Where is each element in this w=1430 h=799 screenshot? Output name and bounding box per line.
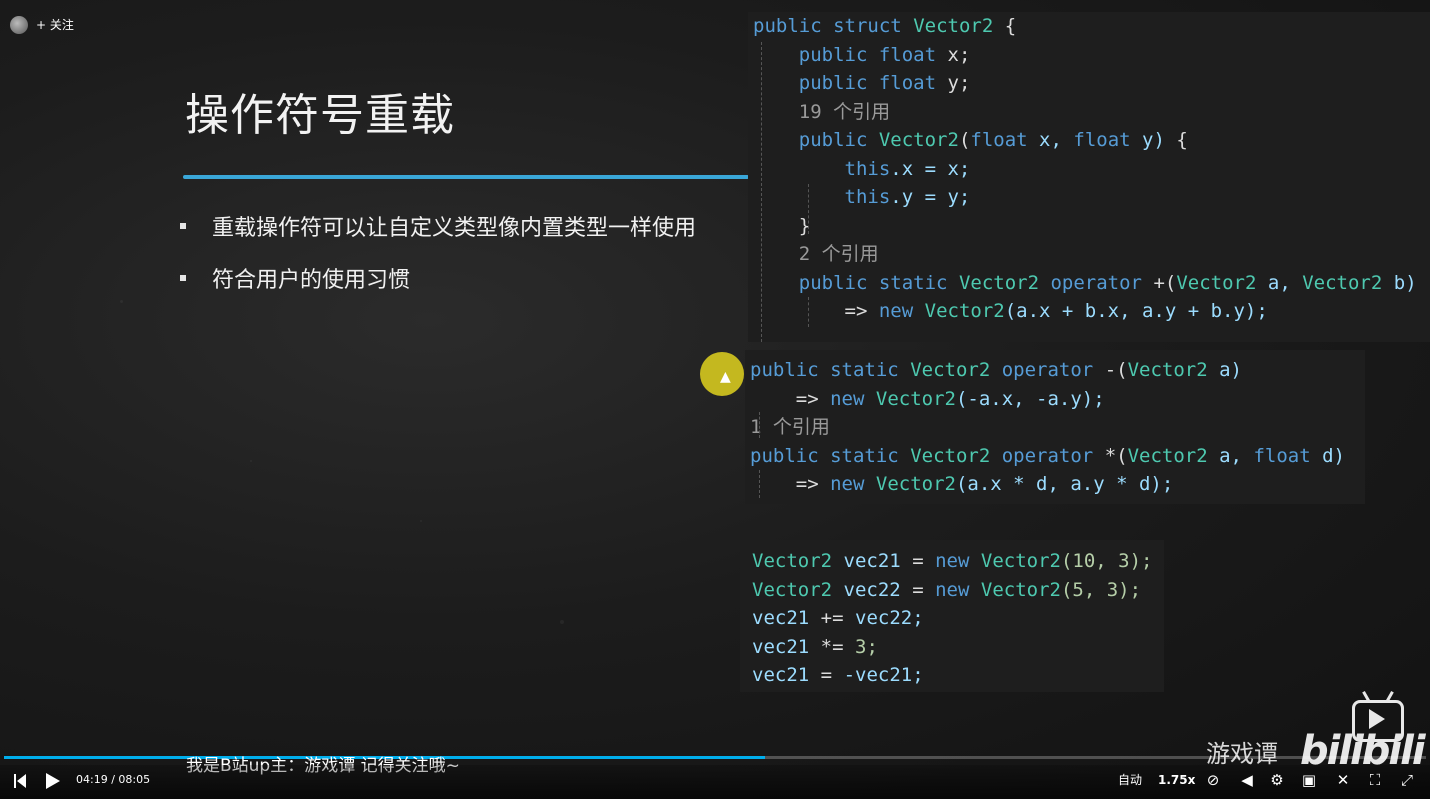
volume-icon[interactable]: ◀ [1238,773,1256,788]
subtitle-off-icon[interactable]: ⊘ [1204,773,1222,788]
code-panel-operators: public static Vector2 operator -(Vector2… [745,350,1365,504]
code-line: => new Vector2(a.x + b.x, a.y + b.y); [844,300,1268,322]
code-line: public static Vector2 operator +(Vector2… [798,271,1417,294]
current-time: 04:19 [76,773,108,786]
code-line: public float x; [798,43,971,66]
code-line: => new Vector2(-a.x, -a.y); [795,387,1105,410]
codelens-references[interactable]: 19 个引用 [753,98,1430,127]
speed-selector[interactable]: 1.75x [1158,765,1195,795]
code-line: this.x = x; [844,157,971,180]
code-line: this.y = y; [844,186,971,208]
player-controls: 04:19 / 08:05 自动 1.75x ⊘ ◀ ⚙ ▣ ✕ ⛶ ⤢ [0,765,1430,799]
code-line: } [798,214,811,237]
mouse-cursor-icon: ▲ [720,369,731,385]
bullet-text: 重载操作符可以让自定义类型像内置类型一样使用 [212,216,697,241]
play-button[interactable] [46,773,60,789]
code-line: => new Vector2(a.x * d, a.y * d); [795,473,1174,495]
code-line: Vector2 vec22 = new Vector2(5, 3); [752,578,1142,601]
codelens-references[interactable]: 2 个引用 [753,240,1430,269]
code-line: vec21 *= 3; [752,635,878,658]
bullet-text: 符合用户的使用习惯 [212,268,411,293]
indent-guide [759,412,760,438]
indent-guide [761,42,762,342]
duration: 08:05 [118,773,151,786]
code-line: vec21 += vec22; [752,607,924,629]
fullscreen-icon[interactable]: ⤢ [1398,773,1416,788]
code-line: public static Vector2 operator *(Vector2… [750,444,1345,467]
title-underline [183,175,749,179]
follow-button[interactable]: + 关注 [36,16,74,34]
previous-icon[interactable] [14,774,26,788]
quality-selector[interactable]: 自动 [1118,765,1142,795]
time-display: 04:19 / 08:05 [76,765,150,795]
uploader-avatar[interactable] [10,16,28,34]
time-separator: / [111,773,115,786]
code-line: public static Vector2 operator -(Vector2… [750,359,1242,381]
indent-guide [808,297,809,327]
code-line: public Vector2(float x, float y) { [798,129,1188,151]
widescreen-icon[interactable]: ✕ [1334,773,1352,788]
chalk-texture [560,620,564,624]
code-line: vec21 = -vec21; [752,664,924,686]
bullet-icon [180,275,186,281]
play-icon [1369,709,1385,729]
chalk-texture [120,300,123,303]
bullet-item: 符合用户的使用习惯 [180,266,410,296]
code-panel-usage: Vector2 vec21 = new Vector2(10, 3); Vect… [740,540,1164,692]
code-line: public struct Vector2 { [753,15,1017,37]
indent-guide [759,470,760,498]
slide-title: 操作符号重载 [185,90,455,141]
chalk-texture [250,460,252,462]
code-line: public float y; [798,72,971,94]
video-frame[interactable]: + 关注 ? 操作符号重载 重载操作符可以让自定义类型像内置类型一样使用 符合用… [0,0,1430,799]
indent-guide [808,184,809,234]
settings-gear-icon[interactable]: ⚙ [1268,773,1286,788]
picture-in-picture-icon[interactable]: ▣ [1300,773,1318,788]
code-line: Vector2 vec21 = new Vector2(10, 3); [752,550,1153,572]
bullet-item: 重载操作符可以让自定义类型像内置类型一样使用 [180,214,696,244]
web-fullscreen-icon[interactable]: ⛶ [1366,773,1384,788]
chalk-texture [420,520,422,522]
codelens-references[interactable]: 1 个引用 [750,413,1365,442]
bullet-icon [180,223,186,229]
code-panel-struct: public struct Vector2 { public float x; … [748,12,1430,342]
